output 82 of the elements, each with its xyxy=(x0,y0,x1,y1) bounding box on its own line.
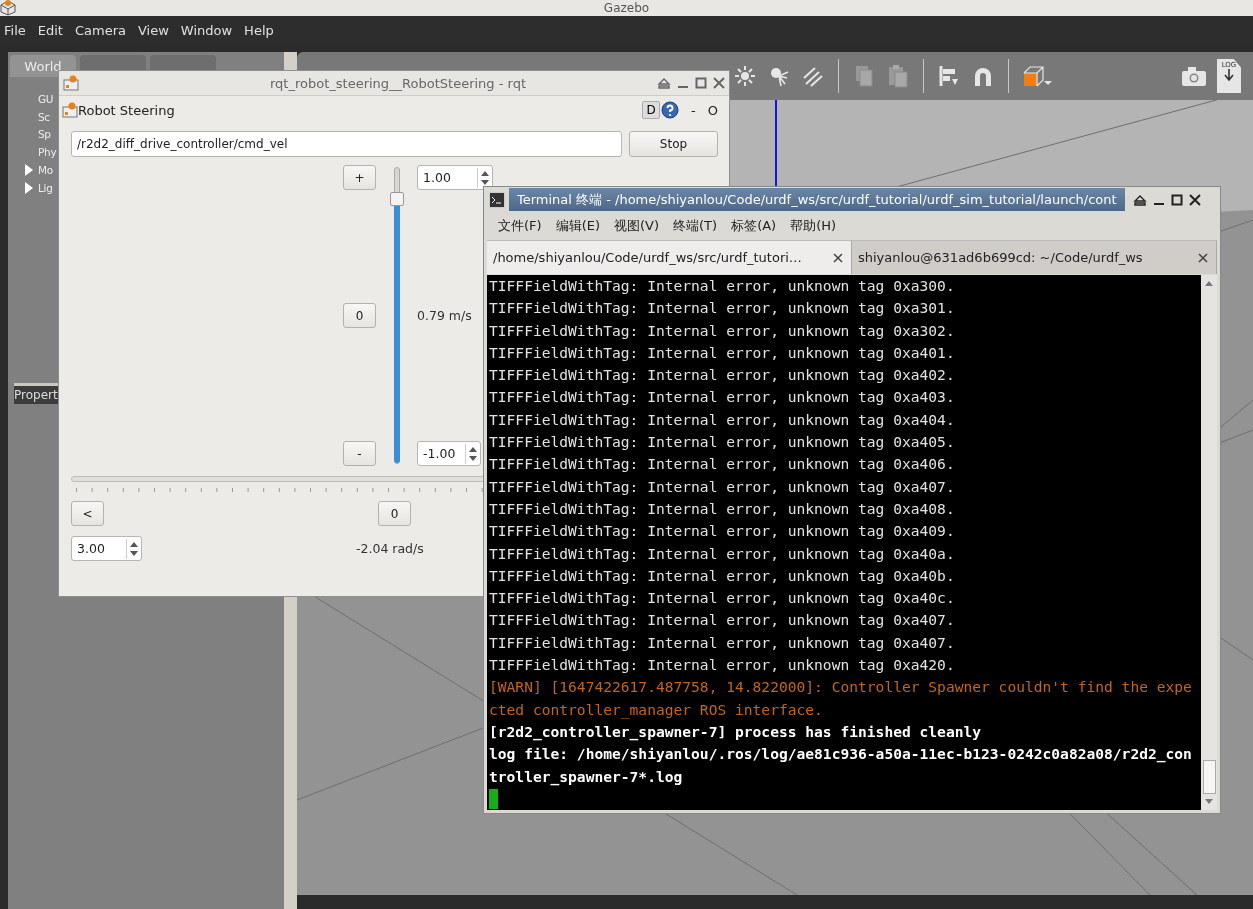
close-icon[interactable] xyxy=(1198,252,1208,263)
close-icon[interactable] xyxy=(1189,193,1201,206)
scroll-up-icon[interactable] xyxy=(1204,279,1214,287)
sun-icon[interactable] xyxy=(733,64,757,88)
output-line: TIFFFieldWithTag: Internal error, unknown tag 0xa408. xyxy=(489,498,956,519)
menu-item[interactable]: 视图(V) xyxy=(614,217,660,235)
max-speed-spinbox[interactable]: 1.00 xyxy=(417,165,493,190)
output-line: TIFFFieldWithTag: Internal error, unknown tag 0xa40c. xyxy=(489,588,956,609)
menu-item[interactable]: 文件(F) xyxy=(498,217,542,235)
output-line: TIFFFieldWithTag: Internal error, unknown tag 0xa402. xyxy=(489,365,956,386)
output-line: TIFFFieldWithTag: Internal error, unknown tag 0xa404. xyxy=(489,409,956,430)
menu-item[interactable]: File xyxy=(4,22,26,38)
output-line: TIFFFieldWithTag: Internal error, unknown tag 0xa409. xyxy=(489,521,956,542)
camera-icon[interactable] xyxy=(1181,65,1207,87)
plugin-title: Robot Steering xyxy=(78,102,175,118)
download-arrow-icon xyxy=(1223,69,1235,81)
gazebo-icon xyxy=(0,0,16,16)
zero-button[interactable]: 0 xyxy=(343,303,376,328)
output-line: TIFFFieldWithTag: Internal error, unknown tag 0xa405. xyxy=(489,432,956,453)
scrollbar-thumb[interactable] xyxy=(1202,760,1216,794)
output-line: [r2d2_controller_spawner-7] process has finished cleanly xyxy=(489,721,983,743)
output-line: [WARN] [1647422617.487758, 14.822000]: Controller Spawner couldn't find the expe xyxy=(489,677,1193,698)
close-icon[interactable] xyxy=(833,252,843,263)
menu-item[interactable]: Help xyxy=(244,22,274,38)
turn-left-button[interactable]: < xyxy=(71,501,104,526)
slider-handle[interactable] xyxy=(389,192,404,206)
menu-item[interactable]: 标签(A) xyxy=(731,217,777,235)
menu-item[interactable]: Edit xyxy=(37,22,63,38)
output-line: log file: /home/shiyanlou/.ros/log/ae81c936-a50a-11ec-b123-0242c0a82a08/r2d2_con xyxy=(489,744,1193,765)
turn-reading: -2.04 rad/s xyxy=(356,541,424,556)
align-icon[interactable] xyxy=(937,64,961,88)
output-line: TIFFFieldWithTag: Internal error, unknown tag 0xa40a. xyxy=(489,543,956,564)
output-line: TIFFFieldWithTag: Internal error, unknown tag 0xa407. xyxy=(489,632,956,653)
box-icon[interactable] xyxy=(1022,64,1054,88)
output-line: TIFFFieldWithTag: Internal error, unknown tag 0xa401. xyxy=(489,342,956,363)
scroll-down-icon[interactable] xyxy=(1204,798,1214,806)
window-title: Gazebo xyxy=(603,1,650,15)
zero-button[interactable]: 0 xyxy=(378,501,411,526)
spin-arrows-icon[interactable] xyxy=(465,443,480,464)
maximize-icon[interactable] xyxy=(1171,193,1183,206)
stop-button[interactable]: Stop xyxy=(629,131,718,157)
help-icon[interactable] xyxy=(661,101,680,119)
topic-field[interactable]: /r2d2_diff_drive_controller/cmd_vel xyxy=(71,131,622,157)
directional-light-icon[interactable] xyxy=(801,64,825,88)
output-line: TIFFFieldWithTag: Internal error, unknown tag 0xa302. xyxy=(489,320,956,341)
expand-arrow-icon[interactable] xyxy=(25,181,33,194)
min-speed-spinbox[interactable]: -1.00 xyxy=(417,441,481,466)
menu-item[interactable]: Camera xyxy=(74,22,126,38)
output-line: TIFFFieldWithTag: Internal error, unknown tag 0xa407. xyxy=(489,610,956,631)
terminal-icon xyxy=(489,191,505,208)
dock-control[interactable]: - xyxy=(691,102,696,118)
output-line: TIFFFieldWithTag: Internal error, unknown tag 0xa406. xyxy=(489,454,956,475)
output-line: troller_spawner-7*.log xyxy=(489,766,684,788)
tab[interactable]: shiyanlou@631ad6b699cd: ~/Code/urdf_ws xyxy=(852,241,1217,274)
menu-item[interactable]: 帮助(H) xyxy=(790,217,837,235)
eject-icon[interactable] xyxy=(1133,193,1147,206)
tab[interactable]: /home/shiyanlou/Code/urdf_ws/src/urdf_tutori… xyxy=(487,241,852,274)
menu-item[interactable]: Window xyxy=(180,22,233,38)
speed-reading: 0.79 m/s xyxy=(417,308,473,323)
max-turn-spinbox[interactable]: 3.00 xyxy=(71,536,142,561)
menu-item[interactable]: 编辑(E) xyxy=(555,217,600,235)
window-title: rqt_robot_steering__RobotSteering - rqt xyxy=(269,75,527,91)
menu-item[interactable]: 终端(T) xyxy=(673,217,718,235)
dock-button[interactable]: D xyxy=(642,101,661,119)
dock-control[interactable]: O xyxy=(707,102,718,118)
expand-arrow-icon[interactable] xyxy=(25,164,33,177)
increase-button[interactable]: + xyxy=(343,165,376,190)
decrease-button[interactable]: - xyxy=(343,441,376,466)
output-line: TIFFFieldWithTag: Internal error, unknown tag 0xa300. xyxy=(489,276,956,296)
window-title: Terminal 终端 - /home/shiyanlou/Code/urdf_ws/src/urdf_tutorial/urdf_sim_tutorial/launch/cont xyxy=(509,188,1125,211)
output-line: TIFFFieldWithTag: Internal error, unknown tag 0xa301. xyxy=(489,298,956,319)
scrollbar[interactable] xyxy=(1201,275,1217,810)
output-line: TIFFFieldWithTag: Internal error, unknown tag 0xa40b. xyxy=(489,565,956,586)
spin-arrows-icon[interactable] xyxy=(126,538,141,559)
output-line: TIFFFieldWithTag: Internal error, unknown tag 0xa407. xyxy=(489,476,956,497)
plugin-icon xyxy=(63,75,79,91)
text-cursor xyxy=(489,788,498,809)
output-line: TIFFFieldWithTag: Internal error, unknown tag 0xa420. xyxy=(489,655,956,676)
output-line: TIFFFieldWithTag: Internal error, unknown tag 0xa403. xyxy=(489,387,956,408)
output-line: cted controller_manager ROS interface. xyxy=(489,699,824,721)
menu-item[interactable]: View xyxy=(138,22,169,38)
plugin-icon xyxy=(62,102,78,118)
